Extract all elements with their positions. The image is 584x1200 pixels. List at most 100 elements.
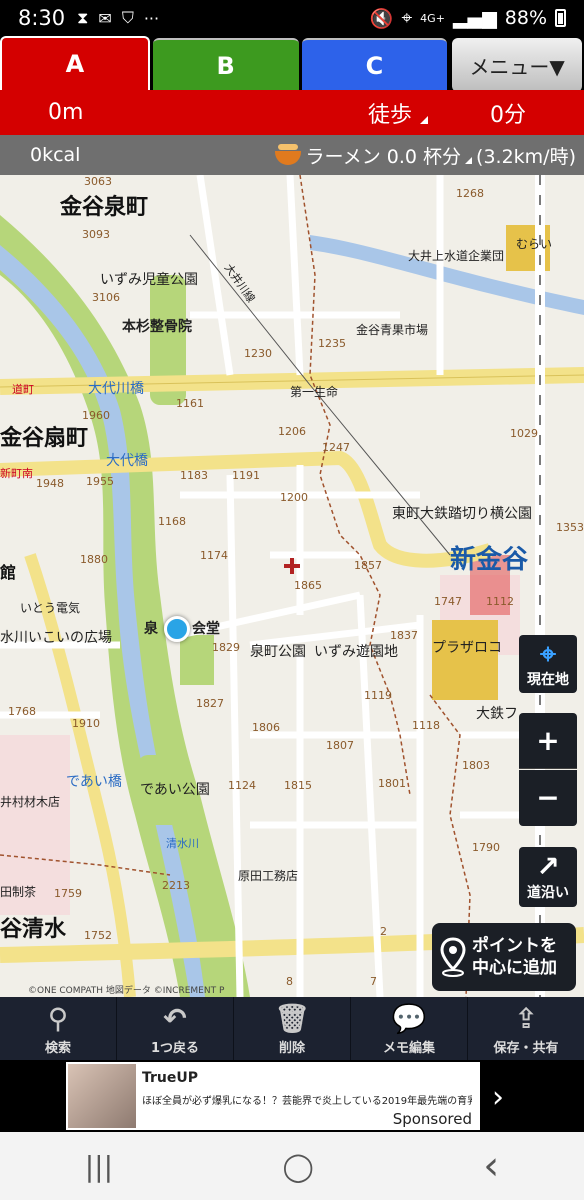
block-number: 1118 <box>412 719 440 732</box>
location-icon: ⌖ <box>401 7 413 29</box>
place-label: 原田工務店 <box>238 869 299 883</box>
status-time: 8:30 <box>18 6 66 30</box>
zoom-out-button[interactable]: − <box>519 770 577 826</box>
place-label: 道町 <box>12 383 34 396</box>
ad-next-icon[interactable]: › <box>492 1080 504 1115</box>
delete-button[interactable]: 🗑 削除 <box>234 997 351 1060</box>
minus-icon: − <box>536 781 560 814</box>
hourglass-icon: ⧗ <box>77 8 89 27</box>
zoom-in-button[interactable]: + <box>519 713 577 769</box>
along-road-button[interactable]: ↗ 道沿い <box>519 847 577 907</box>
block-number: 1200 <box>280 491 308 504</box>
block-number: 1174 <box>200 549 228 562</box>
block-number: 1829 <box>212 641 240 654</box>
block-number: 1815 <box>284 779 312 792</box>
system-icons: 🔇 ⌖ 4G+ ▂▄▆ 88% <box>370 7 566 30</box>
back-button[interactable]: ‹ <box>483 1143 499 1189</box>
tab-a[interactable]: A <box>0 36 150 90</box>
current-location-marker[interactable] <box>164 616 190 642</box>
current-location-button[interactable]: ⌖ 現在地 <box>519 635 577 693</box>
place-label: プラザロコ <box>432 640 502 656</box>
share-icon: ⇪ <box>514 1002 538 1035</box>
add-point-text: ポイントを 中心に追加 <box>472 935 557 979</box>
block-number: 1790 <box>472 841 500 854</box>
place-label: 泉 <box>144 621 158 637</box>
mute-icon: 🔇 <box>369 7 394 30</box>
block-number: 1268 <box>456 187 484 200</box>
distance-value: 0m <box>48 100 84 125</box>
ramen-equivalent: ラーメン 0.0 杯分 (3.2km/時) <box>275 142 576 169</box>
delete-label: 削除 <box>278 1041 305 1056</box>
add-point-button[interactable]: ポイントを 中心に追加 <box>432 923 576 991</box>
ad-sponsored: Sponsored <box>392 1110 472 1128</box>
ramen-bowl-icon <box>275 144 302 165</box>
menu-button[interactable]: メニュー▼ <box>452 38 583 92</box>
block-number: 1801 <box>378 777 406 790</box>
shield-icon: ⛉ <box>121 8 134 27</box>
tab-b[interactable]: B <box>152 38 299 92</box>
travel-mode-selector[interactable]: 徒歩 <box>368 97 412 129</box>
ad-banner[interactable]: TrueUP ほぼ全員が必ず爆乳になる！？芸能界で炎上している2019年最先端の… <box>0 1060 584 1132</box>
block-number: 2213 <box>162 879 190 892</box>
block-number: 1168 <box>158 515 186 528</box>
area-label: 館 <box>0 563 17 582</box>
bridge-label: であい橋 <box>66 774 122 790</box>
mail-icon: ✉ <box>98 8 112 28</box>
ad-content[interactable]: TrueUP ほぼ全員が必ず爆乳になる！？芸能界で炎上している2019年最先端の… <box>66 1062 480 1130</box>
place-label: 大鉄フ <box>476 706 518 722</box>
block-number: 1235 <box>318 337 346 350</box>
block-number: 3063 <box>84 175 112 188</box>
duration-value: 0分 <box>490 102 526 128</box>
place-label: 田制茶 <box>0 885 37 899</box>
route-tabs: A B C メニュー▼ <box>0 36 584 92</box>
speech-bubble-icon: 💬 <box>391 1002 427 1035</box>
station-label: 新金谷 <box>450 545 529 575</box>
home-button[interactable]: ◯ <box>282 1150 313 1183</box>
undo-label: 1つ戻る <box>150 1041 200 1056</box>
block-number: 1029 <box>510 427 538 440</box>
ad-title: TrueUP <box>142 1070 199 1086</box>
place-label: 大井上水道企業団 <box>408 249 505 263</box>
calorie-bar: 0kcal ラーメン 0.0 杯分 (3.2km/時) <box>0 135 584 175</box>
area-label: 金谷扇町 <box>0 426 89 451</box>
recent-apps-button[interactable]: ||| <box>85 1150 113 1183</box>
trash-icon: 🗑 <box>274 1002 310 1035</box>
memo-edit-button[interactable]: 💬 メモ編集 <box>351 997 468 1060</box>
memo-edit-label: メモ編集 <box>382 1041 435 1056</box>
save-share-button[interactable]: ⇪ 保存・共有 <box>468 997 584 1060</box>
mode-dropdown-icon[interactable] <box>420 115 428 124</box>
block-number: 3093 <box>82 228 110 241</box>
block-number: 1183 <box>180 469 208 482</box>
block-number: 1960 <box>82 409 110 422</box>
block-number: 1752 <box>84 929 112 942</box>
tab-c[interactable]: C <box>301 38 448 92</box>
block-number: 1061 <box>410 175 438 178</box>
place-label: であい公園 <box>140 782 210 798</box>
block-number: 1759 <box>54 887 82 900</box>
calorie-value: 0kcal <box>30 144 81 166</box>
trend-arrow-icon: ↗ <box>536 850 560 883</box>
ad-description: ほぼ全員が必ず爆乳になる！？芸能界で炎上している2019年最先端の育乳... <box>142 1096 472 1107</box>
place-label: 新町南 <box>0 467 33 480</box>
area-label: 谷清水 <box>0 917 67 942</box>
place-label: いずみ遊園地 <box>314 644 398 660</box>
search-button[interactable]: ⚲ 検索 <box>0 997 117 1060</box>
battery-percent: 88% <box>504 7 547 29</box>
map-view[interactable]: 金谷泉町 金谷扇町 谷清水 館 いずみ児童公園 本杉整骨院 大井上水道企業団 む… <box>0 175 584 997</box>
block-number: 1807 <box>326 739 354 752</box>
block-number: 1353 <box>556 521 584 534</box>
block-number: 8 <box>286 975 293 988</box>
undo-button[interactable]: ↶ 1つ戻る <box>117 997 234 1060</box>
notification-icons: ⧗ ✉ ⛉ ··· <box>77 8 159 28</box>
search-icon: ⚲ <box>47 1002 69 1035</box>
area-label: 金谷泉町 <box>60 195 149 220</box>
save-share-label: 保存・共有 <box>493 1041 559 1056</box>
bottom-toolbar: ⚲ 検索 ↶ 1つ戻る 🗑 削除 💬 メモ編集 ⇪ 保存・共有 <box>0 997 584 1060</box>
block-number: 3106 <box>92 291 120 304</box>
block-number: 1837 <box>390 629 418 642</box>
ramen-dropdown-icon[interactable] <box>465 156 473 164</box>
block-number: 1230 <box>244 347 272 360</box>
battery-icon <box>555 9 566 27</box>
river-label: 清水川 <box>166 837 199 850</box>
current-location-label: 現在地 <box>527 672 569 688</box>
